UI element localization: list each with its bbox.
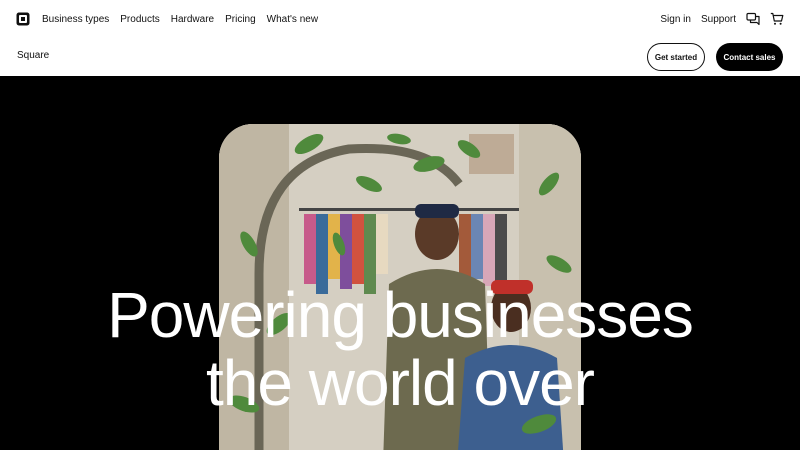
page: Business types Products Hardware Pricing… — [0, 0, 800, 450]
hero-headline-line-2: the world over — [206, 346, 595, 419]
primary-nav: Business types Products Hardware Pricing… — [42, 0, 318, 38]
nav-link-hardware[interactable]: Hardware — [171, 14, 214, 25]
support-link[interactable]: Support — [701, 14, 736, 25]
get-started-button[interactable]: Get started — [647, 43, 705, 71]
nav-link-products[interactable]: Products — [120, 14, 159, 25]
hero-headline: Powering businesses the world over — [0, 281, 800, 417]
square-logo-icon[interactable] — [16, 12, 30, 26]
nav-link-pricing[interactable]: Pricing — [225, 14, 256, 25]
sub-navigation: Square Get started Contact sales — [0, 38, 800, 76]
nav-link-whats-new[interactable]: What's new — [267, 14, 318, 25]
brand-name[interactable]: Square — [17, 50, 49, 61]
hero-section: Powering businesses the world over — [0, 76, 800, 450]
utility-nav: Sign in Support — [660, 0, 784, 38]
nav-link-business-types[interactable]: Business types — [42, 14, 109, 25]
hero-headline-line-1: Powering businesses — [107, 278, 694, 351]
top-navigation: Business types Products Hardware Pricing… — [0, 0, 800, 38]
contact-sales-button[interactable]: Contact sales — [716, 43, 783, 71]
cart-icon[interactable] — [770, 12, 784, 26]
chat-icon[interactable] — [746, 12, 760, 26]
sign-in-link[interactable]: Sign in — [660, 14, 691, 25]
